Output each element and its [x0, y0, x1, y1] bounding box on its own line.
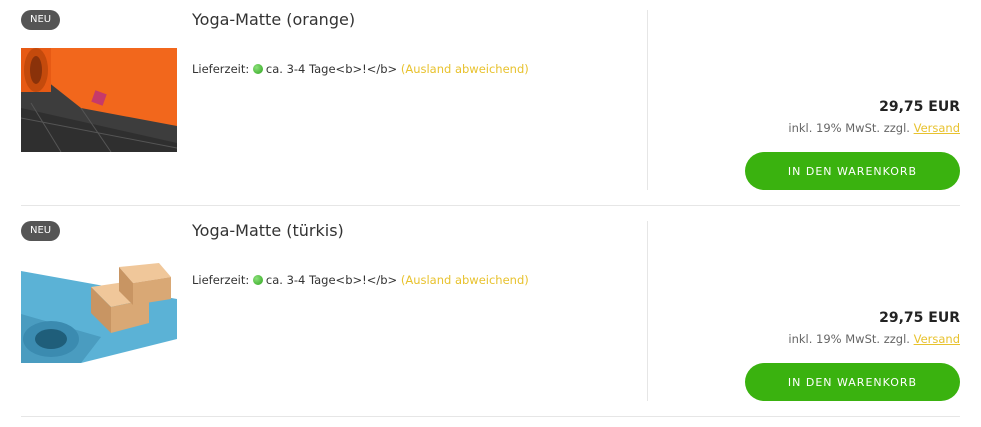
- divider: [647, 10, 648, 190]
- turquoise-yoga-mat-image[interactable]: [21, 259, 177, 363]
- price: 29,75 EUR: [879, 99, 960, 115]
- tax-info: inkl. 19% MwSt. zzgl. Versand: [788, 332, 960, 346]
- tax-text: inkl. 19% MwSt. zzgl.: [788, 121, 910, 135]
- tax-info: inkl. 19% MwSt. zzgl. Versand: [788, 121, 960, 135]
- divider: [647, 221, 648, 401]
- product-title[interactable]: Yoga-Matte (türkis): [192, 221, 344, 240]
- price: 29,75 EUR: [879, 310, 960, 326]
- row-separator: [21, 416, 960, 417]
- shipping-link[interactable]: Versand: [914, 332, 960, 346]
- delivery-label: Lieferzeit:: [192, 62, 250, 76]
- product-list: NEU Yoga-Matte (orange) Lieferzeit: ca. …: [0, 0, 981, 427]
- delivery-abroad-note: (Ausland abweichend): [400, 62, 529, 76]
- delivery-time: ca. 3-4 Tage<b>!</b>: [265, 273, 398, 287]
- delivery-label: Lieferzeit:: [192, 273, 250, 287]
- delivery-time: ca. 3-4 Tage<b>!</b>: [265, 62, 398, 76]
- product-row: NEU Yoga-Matte (türkis) Lieferzeit: ca. …: [0, 211, 981, 422]
- new-badge: NEU: [21, 221, 61, 241]
- product-row: NEU Yoga-Matte (orange) Lieferzeit: ca. …: [0, 0, 981, 211]
- shipping-link[interactable]: Versand: [914, 121, 960, 135]
- new-badge: NEU: [21, 10, 61, 30]
- add-to-cart-button[interactable]: IN DEN WARENKORB: [745, 363, 960, 401]
- product-title[interactable]: Yoga-Matte (orange): [192, 10, 355, 29]
- row-separator: [21, 205, 960, 206]
- orange-yoga-mat-image[interactable]: [21, 48, 177, 152]
- delivery-info: Lieferzeit: ca. 3-4 Tage<b>!</b> (Auslan…: [192, 62, 529, 76]
- delivery-info: Lieferzeit: ca. 3-4 Tage<b>!</b> (Auslan…: [192, 273, 529, 287]
- tax-text: inkl. 19% MwSt. zzgl.: [788, 332, 910, 346]
- availability-dot-icon: [252, 64, 263, 74]
- add-to-cart-button[interactable]: IN DEN WARENKORB: [745, 152, 960, 190]
- availability-dot-icon: [252, 275, 263, 285]
- delivery-abroad-note: (Ausland abweichend): [400, 273, 529, 287]
